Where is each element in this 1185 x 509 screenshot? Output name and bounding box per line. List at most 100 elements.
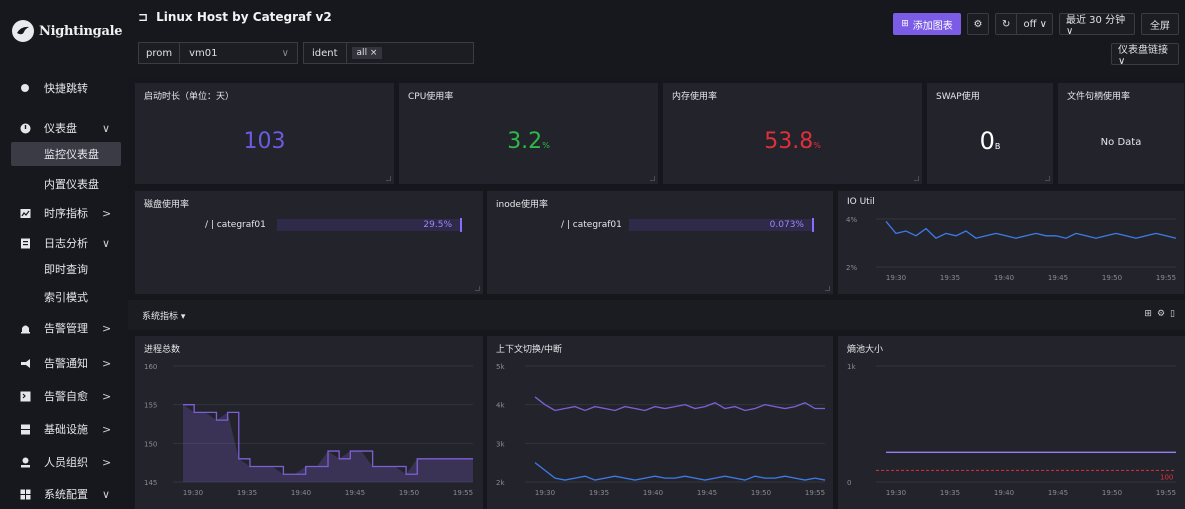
bar-gauge-end bbox=[812, 218, 814, 232]
ident-tag[interactable]: all × bbox=[351, 47, 383, 59]
x-tick-label: 19:40 bbox=[643, 489, 663, 497]
sidebar-item-label: 日志分析 bbox=[44, 237, 88, 250]
y-tick-label: 4% bbox=[846, 216, 857, 224]
sidebar-subitem-index-pattern[interactable]: 索引模式 bbox=[0, 285, 128, 309]
refresh-interval-select[interactable]: off ∨ bbox=[1023, 19, 1052, 30]
chevron-down-icon: ∨ bbox=[102, 121, 111, 135]
notify-icon bbox=[19, 357, 31, 369]
server-icon bbox=[19, 423, 31, 435]
y-tick-label: 4k bbox=[496, 402, 505, 410]
series-line bbox=[885, 220, 1177, 239]
settings-button[interactable]: ⚙ bbox=[967, 13, 989, 35]
x-tick-label: 19:40 bbox=[291, 489, 311, 497]
chevron-down-icon: ∨ bbox=[102, 236, 111, 250]
no-data-text: No Data bbox=[1100, 137, 1142, 148]
chart-panel-context-switch[interactable]: 上下文切换/中断 5k 4k 3k 2k 19:30 19:35 19:40 19:45 19:… bbox=[487, 336, 833, 509]
sidebar-item-metrics[interactable]: 时序指标 > bbox=[0, 200, 128, 226]
sidebar-item-alarm-notify[interactable]: 告警通知 > bbox=[0, 350, 128, 376]
sidebar-item-label: 快捷跳转 bbox=[44, 82, 88, 95]
title-row: ⊐ Linux Host by Categraf v2 bbox=[138, 10, 332, 24]
series-line bbox=[534, 396, 825, 412]
sidebar-subitem-label: 索引模式 bbox=[44, 291, 88, 304]
row-group-system-metrics[interactable]: 系统指标 ▾ ⊞ ⚙ ▯ bbox=[128, 300, 1185, 330]
y-tick-label: 145 bbox=[144, 479, 157, 487]
terminal-icon bbox=[19, 390, 31, 402]
entropy-chart: 1k 0 19:30 19:35 19:40 19:45 19:50 19:55 100 bbox=[847, 363, 1176, 497]
chevron-right-icon: > bbox=[102, 356, 112, 370]
x-tick-label: 19:35 bbox=[237, 489, 257, 497]
dashboard-header: ⊐ Linux Host by Categraf v2 prom vm01 ∨ … bbox=[128, 0, 1185, 76]
bar-gauge-value: 0.073% bbox=[769, 220, 804, 230]
back-icon[interactable]: ⊐ bbox=[138, 10, 148, 24]
x-tick-label: 19:45 bbox=[1048, 274, 1068, 282]
stat-unit: % bbox=[542, 141, 550, 150]
sidebar-item-infrastructure[interactable]: 基础设施 > bbox=[0, 416, 128, 442]
stat-panel-file-handles[interactable]: 文件句柄使用率 No Data bbox=[1058, 83, 1184, 184]
y-tick-label: 150 bbox=[144, 440, 157, 448]
delete-icon[interactable]: ▯ bbox=[1170, 309, 1175, 319]
resize-handle[interactable] bbox=[650, 176, 655, 181]
chart-panel-io-util[interactable]: IO Util 4% 2% 19:30 19:35 19:40 19:45 19:50 19:… bbox=[838, 191, 1184, 294]
sidebar-item-dashboard[interactable]: 仪表盘 ∨ bbox=[0, 115, 128, 141]
gauge-panel-inode[interactable]: inode使用率 / | categraf01 0.073% bbox=[487, 191, 833, 294]
stat-panel-memory[interactable]: 内存使用率 53.8% bbox=[663, 83, 922, 184]
chart-panel-process-count[interactable]: 进程总数 160 155 150 145 19:30 19:35 19:40 19:45 19:… bbox=[135, 336, 483, 509]
dashboard-links-button[interactable]: 仪表盘链接 ∨ bbox=[1111, 43, 1179, 67]
chart-panel-entropy[interactable]: 熵池大小 1k 0 19:30 19:35 19:40 19:45 19:50 19:55 10… bbox=[838, 336, 1185, 509]
sidebar-subitem-label: 即时查询 bbox=[44, 263, 88, 276]
x-tick-label: 19:45 bbox=[1048, 489, 1068, 497]
sidebar-item-alarm-mgmt[interactable]: 告警管理 > bbox=[0, 315, 128, 341]
resize-handle[interactable] bbox=[475, 286, 480, 291]
sidebar-item-system-config[interactable]: 系统配置 ∨ bbox=[0, 481, 128, 507]
stat-unit: % bbox=[813, 141, 821, 150]
stat-panel-swap[interactable]: SWAP使用 0B bbox=[927, 83, 1053, 184]
y-tick-label: 160 bbox=[144, 363, 157, 371]
resize-handle[interactable] bbox=[825, 286, 830, 291]
search-icon bbox=[19, 82, 31, 94]
chevron-right-icon: > bbox=[102, 321, 112, 335]
time-range-picker[interactable]: 最近 30 分钟 ∨ bbox=[1059, 13, 1135, 37]
panel-title: 磁盘使用率 bbox=[144, 200, 190, 210]
context-switch-chart: 5k 4k 3k 2k 19:30 19:35 19:40 19:45 19:50 19:55 bbox=[496, 363, 826, 497]
add-icon[interactable]: ⊞ bbox=[1144, 309, 1152, 319]
x-tick-label: 19:50 bbox=[1102, 489, 1122, 497]
refresh-control[interactable]: ↻ off ∨ bbox=[995, 13, 1053, 35]
add-chart-button[interactable]: ⊞ 添加图表 bbox=[893, 13, 961, 35]
x-tick-label: 19:50 bbox=[399, 489, 419, 497]
resize-handle[interactable] bbox=[1045, 176, 1050, 181]
sidebar-item-alarm-heal[interactable]: 告警自愈 > bbox=[0, 383, 128, 409]
x-tick-label: 19:40 bbox=[994, 274, 1014, 282]
fullscreen-button[interactable]: 全屏 bbox=[1141, 13, 1179, 35]
sidebar-item-log-analysis[interactable]: 日志分析 ∨ bbox=[0, 230, 128, 256]
y-tick-label: 5k bbox=[496, 363, 505, 371]
resize-handle[interactable] bbox=[386, 176, 391, 181]
stat-number: 103 bbox=[243, 129, 286, 154]
sidebar-item-label: 告警通知 bbox=[44, 357, 88, 370]
sidebar-item-quick-jump[interactable]: 快捷跳转 bbox=[0, 75, 128, 101]
ident-select[interactable]: ident all × bbox=[303, 42, 474, 64]
sidebar-subitem-monitor-dashboard[interactable]: 监控仪表盘 bbox=[11, 142, 121, 166]
bar-gauge-label: / | categraf01 bbox=[205, 220, 266, 230]
io-util-chart: 4% 2% 19:30 19:35 19:40 19:45 19:50 19:55 bbox=[846, 216, 1177, 282]
x-tick-label: 19:45 bbox=[697, 489, 717, 497]
sidebar-subitem-builtin-dashboard[interactable]: 内置仪表盘 bbox=[0, 172, 128, 196]
resize-handle[interactable] bbox=[914, 176, 919, 181]
x-tick-label: 19:55 bbox=[453, 489, 473, 497]
stat-panel-uptime[interactable]: 启动时长（单位：天） 103 bbox=[135, 83, 394, 184]
row-title[interactable]: 系统指标 ▾ bbox=[142, 309, 185, 322]
stat-number: 53.8 bbox=[764, 129, 814, 154]
user-icon bbox=[19, 456, 31, 468]
chart-icon bbox=[19, 207, 31, 219]
chevron-right-icon: > bbox=[102, 206, 112, 220]
sidebar-subitem-instant-query[interactable]: 即时查询 bbox=[0, 257, 128, 281]
stat-panel-cpu[interactable]: CPU使用率 3.2% bbox=[399, 83, 658, 184]
ident-label: ident bbox=[304, 43, 347, 63]
sidebar-item-label: 系统配置 bbox=[44, 488, 88, 501]
logo[interactable]: Nightingale bbox=[12, 20, 122, 42]
stat-number: 0 bbox=[979, 127, 995, 155]
sidebar-item-people[interactable]: 人员组织 > bbox=[0, 449, 128, 475]
datasource-select[interactable]: prom vm01 ∨ bbox=[138, 42, 298, 64]
gear-icon[interactable]: ⚙ bbox=[1157, 309, 1165, 319]
refresh-icon[interactable]: ↻ bbox=[996, 14, 1018, 34]
gauge-panel-disk[interactable]: 磁盘使用率 / | categraf01 29.5% bbox=[135, 191, 483, 294]
